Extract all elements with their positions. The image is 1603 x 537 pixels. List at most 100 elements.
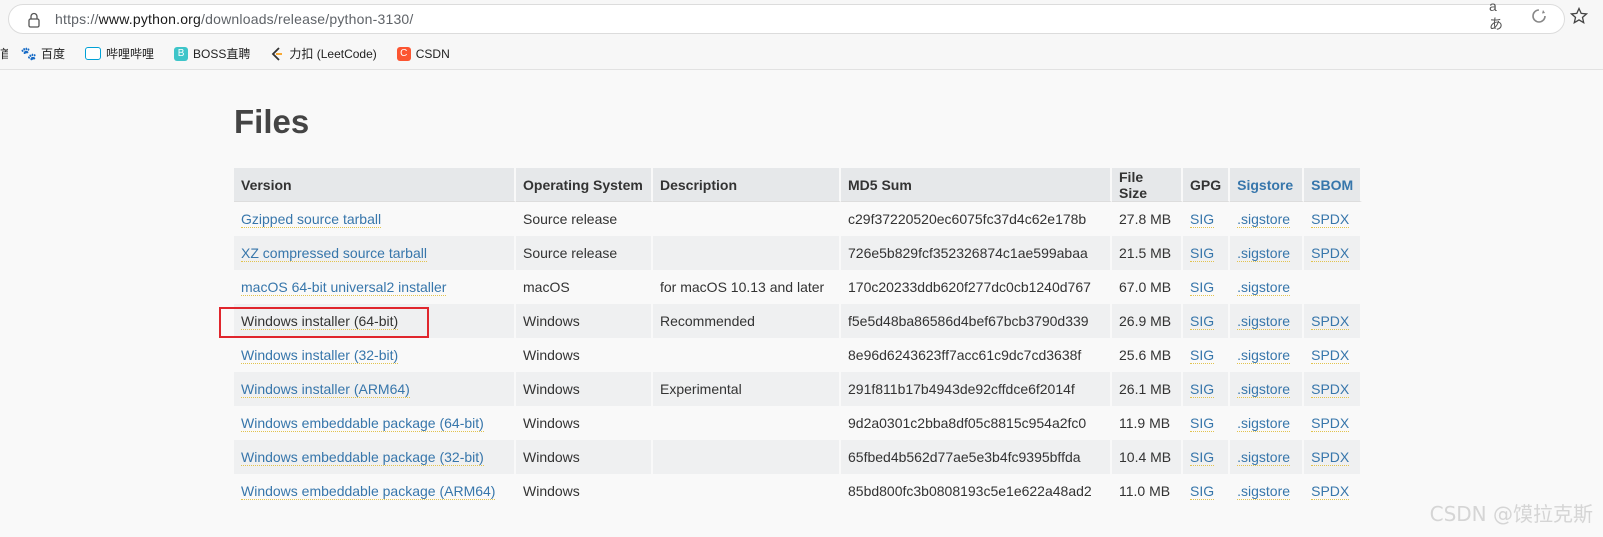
gpg-link[interactable]: SIG bbox=[1190, 347, 1215, 364]
sigstore-link[interactable]: .sigstore bbox=[1237, 211, 1291, 228]
sbom-link[interactable]: SPDX bbox=[1311, 313, 1350, 330]
gpg-link[interactable]: SIG bbox=[1190, 381, 1215, 398]
file-size-cell: 26.9 MB bbox=[1112, 304, 1183, 338]
sigstore-link[interactable]: .sigstore bbox=[1237, 483, 1291, 500]
bookmark-leetcode[interactable]: 力扣 (LeetCode) bbox=[270, 45, 377, 62]
file-size-text: 67.0 MB bbox=[1119, 279, 1172, 295]
version-link[interactable]: Windows embeddable package (ARM64) bbox=[241, 483, 496, 500]
sigstore-link[interactable]: .sigstore bbox=[1237, 245, 1291, 262]
sbom-link[interactable]: SPDX bbox=[1311, 211, 1350, 228]
sbom-link[interactable]: SPDX bbox=[1311, 381, 1350, 398]
sigstore-link[interactable]: .sigstore bbox=[1237, 347, 1291, 364]
star-icon[interactable] bbox=[1569, 6, 1589, 26]
url-host: www.python.org bbox=[98, 11, 202, 27]
bilibili-icon bbox=[85, 47, 102, 60]
sigstore-link[interactable]: .sigstore bbox=[1237, 415, 1291, 432]
description-cell bbox=[653, 406, 841, 440]
file-size-cell: 67.0 MB bbox=[1112, 270, 1183, 304]
refresh-icon[interactable] bbox=[1529, 6, 1549, 26]
file-size-text: 25.6 MB bbox=[1119, 347, 1172, 363]
sigstore-link[interactable]: .sigstore bbox=[1237, 279, 1291, 296]
os-cell: Windows bbox=[516, 372, 653, 406]
file-size-text: 10.4 MB bbox=[1119, 449, 1172, 465]
md5-text: 8e96d6243623ff7acc61c9dc7cd3638f bbox=[848, 347, 1082, 363]
bookmarks-bar: 首 🐾 百度 哔哩哔哩 B BOSS直聘 力扣 (LeetCode) C CSD… bbox=[0, 38, 1603, 70]
sigstore-link[interactable]: .sigstore bbox=[1237, 449, 1291, 466]
sbom-link[interactable]: SPDX bbox=[1311, 347, 1350, 364]
header-file-size: File Size bbox=[1112, 168, 1183, 202]
description-cell bbox=[653, 440, 841, 474]
gpg-link[interactable]: SIG bbox=[1190, 245, 1215, 262]
version-link[interactable]: XZ compressed source tarball bbox=[241, 245, 427, 262]
sigstore-cell: .sigstore bbox=[1230, 304, 1305, 338]
version-link[interactable]: Windows embeddable package (64-bit) bbox=[241, 415, 484, 432]
address-bar[interactable]: https://www.python.org/downloads/release… bbox=[8, 4, 1565, 34]
md5-cell: 8e96d6243623ff7acc61c9dc7cd3638f bbox=[841, 338, 1112, 372]
gpg-link[interactable]: SIG bbox=[1190, 483, 1215, 500]
gpg-link[interactable]: SIG bbox=[1190, 279, 1215, 296]
version-cell: Windows installer (ARM64) bbox=[234, 372, 516, 406]
header-sbom-link[interactable]: SBOM bbox=[1304, 168, 1363, 202]
version-link[interactable]: macOS 64-bit universal2 installer bbox=[241, 279, 447, 296]
url-path: /downloads/release/python-3130/ bbox=[201, 11, 414, 27]
description-cell bbox=[653, 474, 841, 508]
version-link[interactable]: Windows embeddable package (32-bit) bbox=[241, 449, 484, 466]
md5-text: 65fbed4b562d77ae5e3b4fc9395bffda bbox=[848, 449, 1081, 465]
sbom-cell: SPDX bbox=[1304, 236, 1363, 270]
sigstore-link[interactable]: .sigstore bbox=[1237, 381, 1291, 398]
sigstore-link[interactable]: .sigstore bbox=[1237, 313, 1291, 330]
bookmark-boss[interactable]: B BOSS直聘 bbox=[174, 45, 250, 62]
gpg-link[interactable]: SIG bbox=[1190, 313, 1215, 330]
gpg-link[interactable]: SIG bbox=[1190, 211, 1215, 228]
sbom-link[interactable]: SPDX bbox=[1311, 449, 1350, 466]
file-size-cell: 11.9 MB bbox=[1112, 406, 1183, 440]
sbom-link[interactable]: SPDX bbox=[1311, 415, 1350, 432]
os-text: Windows bbox=[523, 313, 580, 329]
md5-cell: 9d2a0301c2bba8df05c8815c954a2fc0 bbox=[841, 406, 1112, 440]
sbom-cell: SPDX bbox=[1304, 304, 1363, 338]
gpg-link[interactable]: SIG bbox=[1190, 449, 1215, 466]
bookmark-partial[interactable]: 首 bbox=[0, 45, 8, 62]
bookmark-bilibili[interactable]: 哔哩哔哩 bbox=[85, 45, 154, 62]
file-size-text: 26.9 MB bbox=[1119, 313, 1172, 329]
os-cell: Windows bbox=[516, 440, 653, 474]
table-header-row: Version Operating System Description MD5… bbox=[234, 168, 1363, 202]
header-sigstore-link[interactable]: Sigstore bbox=[1230, 168, 1305, 202]
gpg-link[interactable]: SIG bbox=[1190, 415, 1215, 432]
sbom-cell: SPDX bbox=[1304, 406, 1363, 440]
version-cell: Windows installer (32-bit) bbox=[234, 338, 516, 372]
md5-text: 85bd800fc3b0808193c5e1e622a48ad2 bbox=[848, 483, 1092, 499]
bookmark-label: 哔哩哔哩 bbox=[106, 47, 155, 61]
description-text: Recommended bbox=[660, 313, 755, 329]
description-cell: Recommended bbox=[653, 304, 841, 338]
bookmark-csdn[interactable]: C CSDN bbox=[396, 46, 450, 61]
version-link[interactable]: Windows installer (32-bit) bbox=[241, 347, 399, 364]
sbom-link[interactable]: SPDX bbox=[1311, 245, 1350, 262]
md5-cell: f5e5d48ba86586d4bef67bcb3790d339 bbox=[841, 304, 1112, 338]
description-cell bbox=[653, 338, 841, 372]
gpg-cell: SIG bbox=[1183, 474, 1231, 508]
url-text[interactable]: https://www.python.org/downloads/release… bbox=[55, 11, 414, 27]
bookmark-label: 百度 bbox=[41, 47, 66, 61]
watermark: CSDN @馍拉克斯 bbox=[1429, 502, 1593, 526]
sigstore-cell: .sigstore bbox=[1230, 202, 1305, 236]
bookmark-baidu[interactable]: 🐾 百度 bbox=[20, 45, 66, 62]
sigstore-cell: .sigstore bbox=[1230, 440, 1305, 474]
read-aloud-icon[interactable]: aあ bbox=[1489, 0, 1509, 32]
table-row: Gzipped source tarball Source release c29f… bbox=[234, 202, 1363, 236]
description-cell: Experimental bbox=[653, 372, 841, 406]
page-content: Files Version Operating System Descripti… bbox=[0, 71, 1603, 537]
sbom-link[interactable]: SPDX bbox=[1311, 483, 1350, 500]
os-cell: Windows bbox=[516, 474, 653, 508]
file-size-cell: 27.8 MB bbox=[1112, 202, 1183, 236]
version-link[interactable]: Gzipped source tarball bbox=[241, 211, 382, 228]
header-md5: MD5 Sum bbox=[841, 168, 1112, 202]
baidu-icon: 🐾 bbox=[20, 45, 38, 61]
header-os: Operating System bbox=[516, 168, 653, 202]
header-description: Description bbox=[653, 168, 841, 202]
file-size-text: 11.0 MB bbox=[1119, 483, 1171, 499]
lock-icon[interactable] bbox=[27, 12, 41, 28]
md5-text: 9d2a0301c2bba8df05c8815c954a2fc0 bbox=[848, 415, 1087, 431]
version-link[interactable]: Windows installer (ARM64) bbox=[241, 381, 410, 398]
sigstore-cell: .sigstore bbox=[1230, 372, 1305, 406]
